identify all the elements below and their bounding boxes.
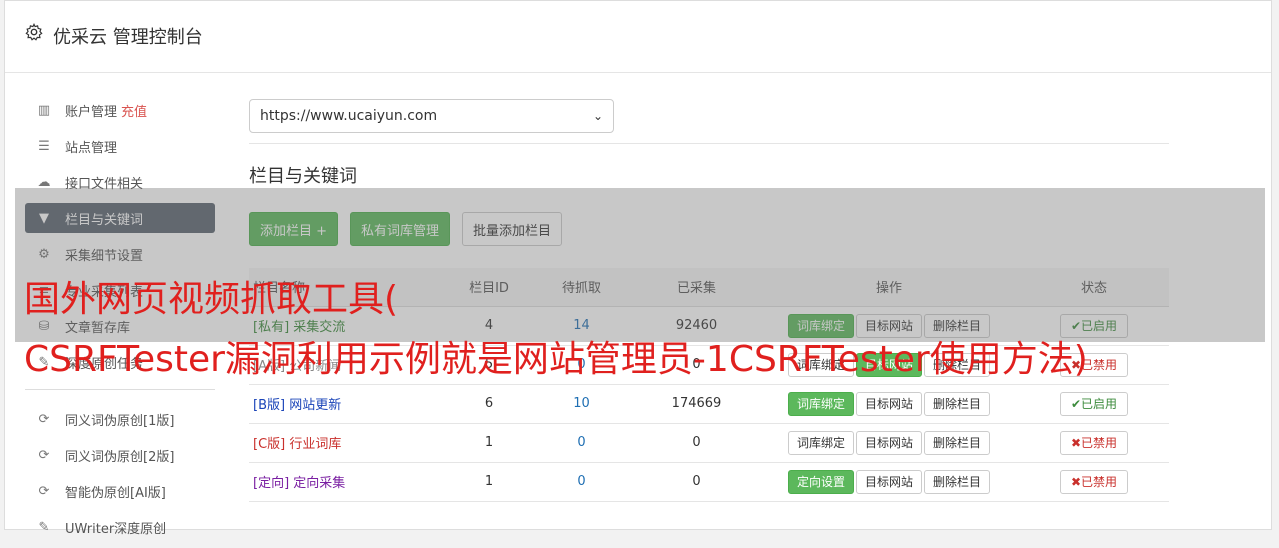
column-name-link[interactable]: 网站更新: [289, 398, 341, 413]
server-icon: ☰: [38, 138, 50, 154]
status-toggle[interactable]: ✔已启用: [1059, 391, 1129, 416]
actions-cell: 词库绑定 目标网站 删除栏目: [759, 423, 1019, 463]
cross-icon: ✖: [1070, 474, 1082, 489]
target-site-button[interactable]: 目标网站: [855, 469, 922, 494]
table-row: [C版] 行业词库 1 0 0 词库绑定 目标网站 删除栏目 ✖已禁用: [249, 423, 1169, 463]
status-label: 已禁用: [1081, 474, 1118, 489]
pending-count[interactable]: 10: [529, 384, 634, 424]
sidebar-item-items-0[interactable]: ▥ 账户管理 充值: [25, 95, 215, 125]
status-cell: ✔已启用: [1019, 384, 1169, 424]
collected-count: 0: [634, 462, 759, 502]
recharge-link[interactable]: 充值: [121, 101, 147, 120]
sidebar-item-label: 站点管理: [65, 140, 118, 156]
status-toggle[interactable]: ✖已禁用: [1059, 430, 1129, 455]
sidebar-item-label: 同义词伪原创[1版]: [65, 413, 175, 429]
sidebar-item-label: 同义词伪原创[2版]: [65, 449, 175, 465]
bind-lexicon-button[interactable]: 词库绑定: [787, 391, 854, 416]
sidebar-item-items2-3[interactable]: ✎ UWriter深度原创: [25, 512, 215, 542]
column-id: 1: [449, 423, 529, 463]
section-title: 栏目与关键词: [249, 166, 357, 187]
actions-cell: 定向设置 目标网站 删除栏目: [759, 462, 1019, 502]
sidebar-item-items2-2[interactable]: ⟳ 智能伪原创[AI版]: [25, 476, 215, 506]
bind-lexicon-button[interactable]: 词库绑定: [787, 430, 854, 455]
column-tag: [定向]: [253, 476, 290, 491]
check-icon: ✔: [1070, 396, 1082, 411]
pending-count[interactable]: 0: [529, 423, 634, 463]
pending-count[interactable]: 0: [529, 462, 634, 502]
table-row: [定向] 定向采集 1 0 0 定向设置 目标网站 删除栏目 ✖已禁用: [249, 462, 1169, 502]
column-tag: [C版]: [253, 437, 286, 452]
top-bar: 优采云 管理控制台: [5, 1, 1271, 73]
sidebar-item-items2-0[interactable]: ⟳ 同义词伪原创[1版]: [25, 404, 215, 434]
column-name-cell: [C版] 行业词库: [249, 423, 449, 463]
chevron-down-icon: ⌄: [592, 109, 603, 123]
sidebar-divider: [25, 389, 215, 390]
status-label: 已禁用: [1081, 435, 1118, 450]
status-label: 已启用: [1081, 396, 1118, 411]
status-cell: ✖已禁用: [1019, 462, 1169, 502]
edit-icon: ✎: [38, 519, 50, 535]
watermark-line-2: CSRFTester漏洞利用示例就是网站管理员-1CSRFTester使用方法): [24, 339, 1088, 380]
delete-column-button[interactable]: 删除栏目: [924, 430, 991, 455]
cloud-upload-icon: ☁: [37, 174, 51, 190]
column-name-cell: [定向] 定向采集: [249, 462, 449, 502]
sidebar-item-label: 账户管理: [65, 104, 118, 120]
status-cell: ✖已禁用: [1019, 423, 1169, 463]
target-site-button[interactable]: 目标网站: [855, 391, 922, 416]
collected-count: 174669: [634, 384, 759, 424]
sidebar-item-items-1[interactable]: ☰ 站点管理: [25, 131, 215, 161]
column-name-link[interactable]: 定向采集: [293, 476, 345, 491]
delete-column-button[interactable]: 删除栏目: [924, 391, 991, 416]
column-id: 6: [449, 384, 529, 424]
sidebar-item-items2-1[interactable]: ⟳ 同义词伪原创[2版]: [25, 440, 215, 470]
delete-column-button[interactable]: 删除栏目: [924, 469, 991, 494]
bind-lexicon-button[interactable]: 定向设置: [787, 469, 854, 494]
site-select[interactable]: https://www.ucaiyun.com ⌄: [249, 99, 614, 133]
bar-chart-icon: ▥: [37, 102, 51, 118]
column-id: 1: [449, 462, 529, 502]
column-name-link[interactable]: 行业词库: [289, 437, 341, 452]
sidebar-item-label: UWriter深度原创: [65, 521, 167, 537]
column-tag: [B版]: [253, 398, 286, 413]
app-title: 优采云 管理控制台: [53, 27, 203, 48]
refresh-icon: ⟳: [38, 447, 50, 463]
table-row: [B版] 网站更新 6 10 174669 词库绑定 目标网站 删除栏目 ✔已启用: [249, 384, 1169, 424]
site-select-value: https://www.ucaiyun.com: [260, 108, 438, 124]
status-toggle[interactable]: ✖已禁用: [1059, 469, 1129, 494]
refresh-icon: ⟳: [38, 483, 50, 499]
divider: [249, 143, 1169, 144]
cross-icon: ✖: [1070, 435, 1082, 450]
target-site-button[interactable]: 目标网站: [855, 430, 922, 455]
gear-icon: [25, 23, 43, 41]
collected-count: 0: [634, 423, 759, 463]
refresh-icon: ⟳: [38, 411, 50, 427]
column-name-cell: [B版] 网站更新: [249, 384, 449, 424]
sidebar-item-label: 智能伪原创[AI版]: [65, 485, 166, 501]
actions-cell: 词库绑定 目标网站 删除栏目: [759, 384, 1019, 424]
watermark-line-1: 国外网页视频抓取工具(: [24, 279, 399, 320]
